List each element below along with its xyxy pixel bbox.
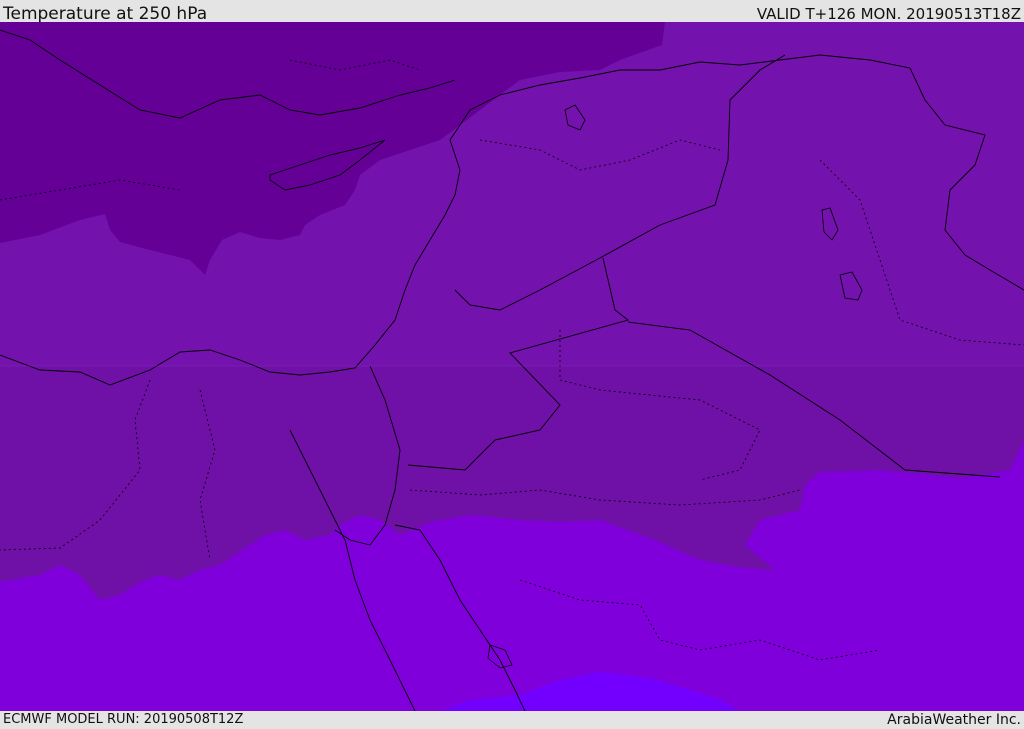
weather-map	[0, 22, 1024, 711]
header-bar: Temperature at 250 hPa VALID T+126 MON. …	[0, 0, 1024, 24]
model-run-label: ECMWF MODEL RUN: 20190508T12Z	[3, 712, 244, 727]
credit-label: ArabiaWeather Inc.	[887, 712, 1021, 728]
temperature-map-svg	[0, 22, 1024, 711]
footer-bar: ECMWF MODEL RUN: 20190508T12Z ArabiaWeat…	[0, 711, 1024, 729]
